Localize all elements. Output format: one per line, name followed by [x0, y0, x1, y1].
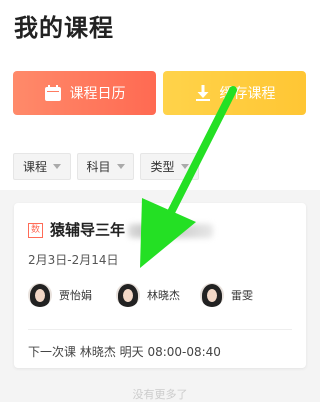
course-calendar-label: 课程日历 [69, 86, 126, 102]
course-card[interactable]: 数 猿辅导三年 2月3日-2月14日 贾怡娟 林晓杰 雷雯 下一次课 林晓杰 明… [14, 203, 306, 368]
teacher-item: 贾怡娟 [28, 283, 92, 307]
header-area: 我的课程 课程日历 缓存课程 课程 科目 类型 [0, 0, 320, 190]
course-title-text: 猿辅导三年 [50, 221, 126, 239]
filter-type-label: 类型 [150, 160, 175, 174]
teacher-name: 贾怡娟 [59, 289, 92, 302]
avatar [116, 283, 140, 307]
next-lesson-info: 下一次课 林晓杰 明天 08:00-08:40 [28, 345, 221, 359]
teacher-item: 林晓杰 [116, 283, 180, 307]
chevron-down-icon [53, 164, 61, 169]
chevron-down-icon [116, 164, 125, 169]
filter-subject-dropdown[interactable]: 科目 [77, 153, 134, 180]
filter-type-dropdown[interactable]: 类型 [140, 153, 199, 180]
course-date-range: 2月3日-2月14日 [28, 253, 119, 267]
download-course-button[interactable]: 缓存课程 [163, 71, 306, 115]
chevron-down-icon [180, 164, 189, 169]
calendar-icon [44, 84, 62, 102]
avatar [28, 283, 52, 307]
teacher-item: 雷雯 [200, 283, 253, 307]
download-icon [194, 84, 212, 102]
page-title: 我的课程 [14, 14, 114, 42]
download-course-label: 缓存课程 [219, 86, 276, 102]
subject-tag: 数 [28, 223, 43, 238]
divider [28, 329, 292, 330]
filter-course-label: 课程 [22, 160, 47, 174]
filter-subject-label: 科目 [86, 160, 111, 174]
avatar [200, 283, 224, 307]
filter-course-dropdown[interactable]: 课程 [13, 153, 71, 180]
course-calendar-button[interactable]: 课程日历 [13, 71, 156, 115]
teacher-name: 林晓杰 [147, 289, 180, 302]
redacted-title-text [128, 223, 214, 238]
course-title: 猿辅导三年 [50, 219, 214, 240]
no-more-text: 没有更多了 [132, 388, 188, 401]
teacher-name: 雷雯 [231, 289, 253, 302]
